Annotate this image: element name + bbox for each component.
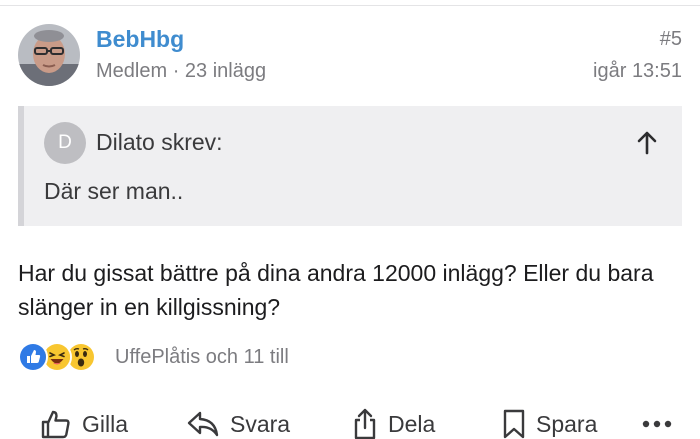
quote-text: Där ser man.. bbox=[44, 178, 184, 204]
like-reaction-icon bbox=[18, 342, 48, 372]
thumbs-up-icon bbox=[41, 410, 70, 439]
reply-button[interactable]: Svara bbox=[186, 406, 290, 439]
bookmark-icon bbox=[503, 409, 525, 439]
author-avatar[interactable] bbox=[18, 24, 80, 86]
share-label: Dela bbox=[388, 410, 436, 437]
reactions-text[interactable]: UffePlåtis och 11 till bbox=[115, 346, 289, 369]
like-label: Gilla bbox=[82, 410, 129, 437]
go-to-quote-arrow-up-icon[interactable] bbox=[632, 128, 662, 158]
quote-block: D Dilato skrev: Där ser man.. bbox=[18, 106, 682, 226]
post-number[interactable]: #5 bbox=[660, 28, 682, 51]
share-button[interactable]: Dela bbox=[352, 406, 435, 439]
share-icon bbox=[354, 408, 376, 439]
reply-label: Svara bbox=[230, 410, 291, 437]
save-label: Spara bbox=[536, 410, 598, 437]
save-button[interactable]: Spara bbox=[502, 406, 597, 439]
quote-author-avatar: D bbox=[44, 122, 86, 164]
quote-author-line[interactable]: Dilato skrev: bbox=[96, 129, 223, 156]
top-divider bbox=[0, 0, 700, 6]
author-meta: Medlem · 23 inlägg bbox=[96, 60, 267, 82]
post-body-text: Har du gissat bättre på dina andra 12000… bbox=[18, 260, 654, 320]
like-button[interactable]: Gilla bbox=[40, 406, 128, 439]
reply-arrow-icon bbox=[187, 411, 219, 437]
post-timestamp: igår 13:51 bbox=[593, 60, 682, 82]
more-options-icon[interactable] bbox=[640, 414, 680, 434]
author-name[interactable]: BebHbg bbox=[96, 26, 184, 53]
